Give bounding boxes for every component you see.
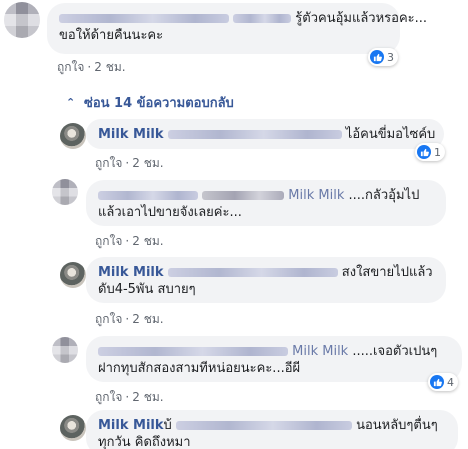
redacted-text [175,421,352,430]
reply-avatar[interactable] [52,179,78,205]
timestamp[interactable]: 2 ชม. [132,312,163,326]
timestamp[interactable]: 2 ชม. [94,60,125,74]
reply-avatar[interactable] [60,415,86,441]
comment-bubble: รู้ตัวคนอุ้มแล้วหรอคะ... ขอให้ด้ายคืนนะค… [47,3,427,54]
like-link[interactable]: ถูกใจ [95,390,122,404]
commenter-avatar[interactable] [4,2,40,38]
reaction-count-badge[interactable]: 1 [415,143,445,161]
reply-meta: ถูกใจ · 2 ชม. [95,234,164,248]
redacted-text [233,14,292,23]
reply-text: .....เจอตัวเปนๆ [352,344,438,359]
reply-avatar[interactable] [52,337,78,363]
reply-avatar[interactable] [60,123,86,149]
reply-bubble: Milk Milkบ้ นอนหลับๆตื่นๆ ทุกวัน คิดถึงห… [86,410,458,449]
reply-author[interactable]: Milk Milk [98,265,164,280]
reply-author[interactable]: Milk Milk [98,418,164,433]
reply-author[interactable]: Milk Milk [98,127,164,142]
reply-text: ....กลัวอุ้มไป [348,188,420,203]
redacted-text [202,191,285,200]
reply-text: นอนหลับๆตื่นๆ [356,418,438,433]
timestamp[interactable]: 2 ชม. [132,390,163,404]
timestamp[interactable]: 2 ชม. [132,234,163,248]
redacted-text [167,268,338,277]
hide-replies-toggle[interactable]: ⌃ ซ่อน 14 ข้อความตอบกลับ [66,92,234,113]
reply-bubble: Milk Milk ....กลัวอุ้มไป แล้วเอาไปขายจัง… [86,180,446,226]
timestamp[interactable]: 2 ชม. [132,156,163,170]
reply-bubble: Milk Milk สงใสขายไปแล้ว ดับ4-5พัน สบายๆ [86,257,446,303]
reply-text-line2: แล้วเอาไปขายจังเลยค่ะ... [98,205,242,220]
reply-meta: ถูกใจ · 2 ชม. [95,390,164,404]
thumbs-up-icon [430,375,444,389]
reply-bubble: Milk Milk .....เจอตัวเปนๆ ฝากทุบสักสองสา… [86,336,462,382]
comment-text: รู้ตัวคนอุ้มแล้วหรอคะ... [295,11,428,26]
chevron-up-icon: ⌃ [66,96,76,109]
like-link[interactable]: ถูกใจ [95,234,122,248]
like-link[interactable]: ถูกใจ [95,312,122,326]
reply-text-line2: ฝากทุบสักสองสามทีหน่อยนะคะ...อีผี [98,361,301,376]
like-link[interactable]: ถูกใจ [95,156,122,170]
reaction-count-badge[interactable]: 4 [428,373,458,391]
reply-meta: ถูกใจ · 2 ชม. [95,156,164,170]
reaction-count-badge[interactable]: 3 [368,48,398,66]
reply-text: ไอ้คนขี่มอไซค์บ [345,127,436,142]
reply-author-suffix: บ้ [163,418,172,433]
like-link[interactable]: ถูกใจ [57,60,84,74]
redacted-author-name [98,191,198,200]
thumbs-up-icon [417,145,431,159]
mention[interactable]: Milk Milk [288,188,344,203]
reply-meta: ถูกใจ · 2 ชม. [95,312,164,326]
reply-text-line2: ทุกวัน คิดถึงหมา [98,435,191,449]
mention[interactable]: Milk Milk [292,344,348,359]
redacted-author-name [59,14,229,23]
reply-text-line2: ดับ4-5พัน สบายๆ [98,282,196,297]
reply-bubble: Milk Milk ไอ้คนขี่มอไซค์บ [86,119,444,149]
redacted-author-name [98,347,288,356]
comment-text-line2: ขอให้ด้ายคืนนะคะ [59,28,164,43]
redacted-text [167,130,342,139]
reply-text: สงใสขายไปแล้ว [341,265,433,280]
comment-meta: ถูกใจ · 2 ชม. [57,60,126,74]
reply-avatar[interactable] [60,262,86,288]
thumbs-up-icon [370,50,384,64]
